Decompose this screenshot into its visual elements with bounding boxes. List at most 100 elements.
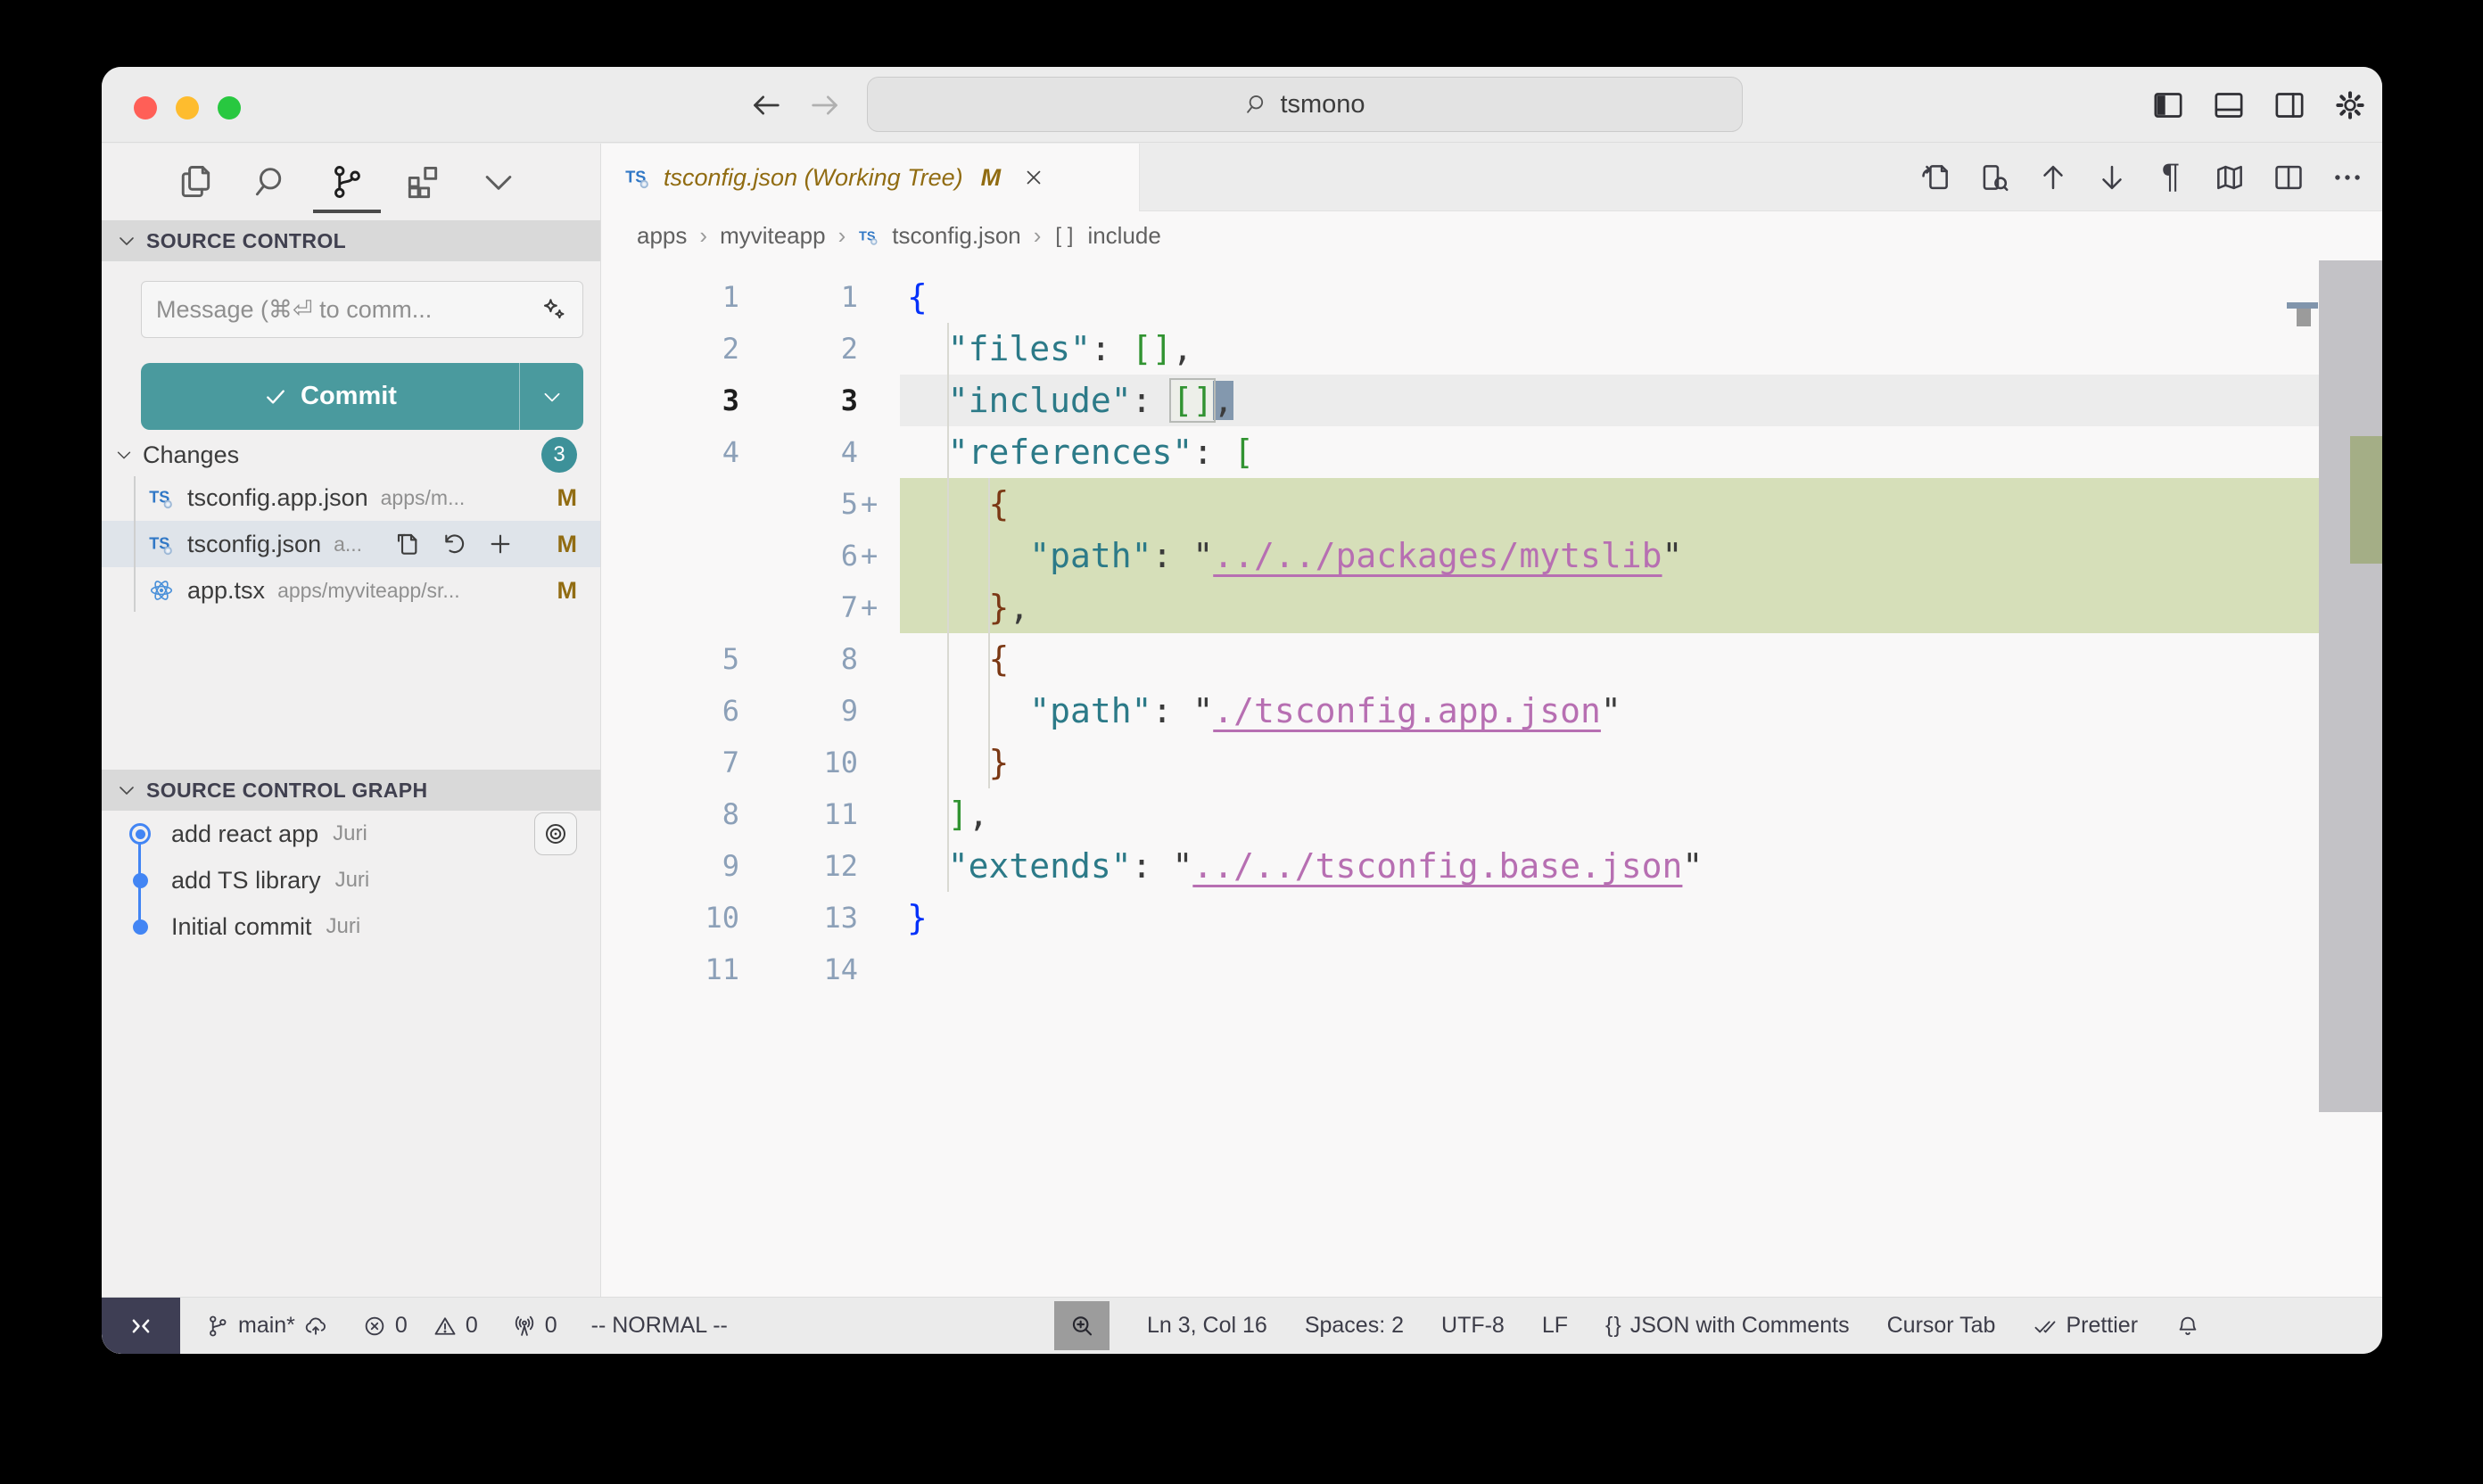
added-line-marker [858,685,900,737]
activity-item-chevron-down[interactable] [475,151,522,213]
commit-author: Juri [335,868,370,893]
commit-action-button[interactable] [534,812,577,855]
breadcrumb-item[interactable]: apps [637,222,687,250]
scm-file-row[interactable]: TStsconfig.app.jsonapps/m...M [102,474,600,521]
commit-row[interactable]: Initial commitJuri [102,903,600,950]
activity-item-search[interactable] [248,151,294,213]
commit-message: add react app [171,820,318,848]
editor-scrollbar[interactable] [2319,260,2382,1297]
commit-row[interactable]: add react appJuri [102,811,600,857]
cursor-position-text: Ln 3, Col 16 [1147,1313,1267,1339]
tab-tsconfig-json[interactable]: TS tsconfig.json (Working Tree) M [601,144,1140,211]
code-line[interactable]: 33 "include": [], [601,375,2382,426]
arrow-down-icon[interactable] [2095,161,2129,194]
arrow-up-icon[interactable] [2036,161,2070,194]
changes-header[interactable]: Changes 3 [102,435,600,474]
notifications-item[interactable] [2175,1314,2200,1339]
commit-dropdown-button[interactable] [519,363,583,430]
scm-file-row[interactable]: app.tsxapps/myviteapp/sr...M [102,567,600,614]
code-line[interactable]: 69 "path": "./tsconfig.app.json" [601,685,2382,737]
sparkle-icon[interactable] [540,295,568,324]
code-line-text: }, [900,581,2319,633]
vim-mode-indicator[interactable]: -- NORMAL -- [591,1313,728,1339]
code-line[interactable]: 1114 [601,944,2382,995]
added-line-marker: + [858,530,900,581]
new-line-number: 9 [739,685,858,737]
commit-graph-list: add react appJuriadd TS libraryJuriIniti… [102,811,600,950]
split-editor-icon[interactable] [2272,161,2306,194]
old-line-number: 8 [601,788,739,840]
bell-icon [2175,1314,2200,1339]
pilcrow-icon[interactable]: ¶ [2154,161,2188,194]
code-line[interactable]: 7+ }, [601,581,2382,633]
code-line-text: "files": [], [900,323,2319,375]
old-line-number: 11 [601,944,739,995]
minimize-window-button[interactable] [176,96,199,120]
search-icon [252,162,291,202]
cursor-tab-item[interactable]: Cursor Tab [1887,1313,1996,1339]
code-line[interactable]: 710 } [601,737,2382,788]
language-mode-item[interactable]: {} JSON with Comments [1605,1313,1850,1339]
map-icon[interactable] [2213,161,2247,194]
command-center-search[interactable]: tsmono [867,77,1743,132]
commit-button[interactable]: Commit [141,363,583,430]
added-line-marker [858,271,900,323]
scm-file-row[interactable]: TStsconfig.jsona...M [102,521,600,567]
breadcrumb-item[interactable]: tsconfig.json [892,222,1021,250]
commit-button-main[interactable]: Commit [141,363,519,430]
open-changes-icon[interactable] [1918,161,1952,194]
code-line[interactable]: 1013} [601,892,2382,944]
discard-icon[interactable] [440,530,468,558]
close-window-button[interactable] [134,96,157,120]
code-line[interactable]: 44 "references": [ [601,426,2382,478]
tab-close-button[interactable] [1022,166,1045,189]
activity-item-explorer[interactable] [172,151,219,213]
layout-panel-icon[interactable] [2211,87,2247,123]
chevron-down-icon [116,779,137,801]
code-line[interactable]: 11{ [601,271,2382,323]
diff-editor[interactable]: 11{22 "files": [],33 "include": [],44 "r… [601,260,2382,1297]
encoding-item[interactable]: UTF-8 [1441,1313,1505,1339]
ports-status-item[interactable]: 0 [512,1313,557,1339]
screencast-zoom-indicator[interactable] [1054,1301,1110,1350]
new-line-number: 6 [739,530,858,581]
code-line[interactable]: 811 ], [601,788,2382,840]
layout-sidebar-right-icon[interactable] [2272,87,2307,123]
open-file-icon[interactable] [393,530,422,558]
source-control-section-header[interactable]: SOURCE CONTROL [102,220,600,261]
gear-icon[interactable] [2332,87,2368,123]
inline-view-icon[interactable] [1977,161,2011,194]
source-control-graph-header[interactable]: SOURCE CONTROL GRAPH [102,770,600,811]
forward-icon[interactable] [807,87,843,123]
formatter-item[interactable]: Prettier [2033,1313,2138,1339]
activity-bar [102,144,600,220]
code-line[interactable]: 22 "files": [], [601,323,2382,375]
scrollbar-slider[interactable] [2319,260,2382,1112]
code-line[interactable]: 6+ "path": "../../packages/mytslib" [601,530,2382,581]
tsconfig-file-icon: TS [148,484,175,511]
activity-item-source-control[interactable] [324,151,370,213]
indentation-item[interactable]: Spaces: 2 [1305,1313,1404,1339]
code-line-text: } [900,892,2319,944]
remote-indicator[interactable] [102,1298,180,1354]
breadcrumb-item[interactable]: myviteapp [720,222,826,250]
breadcrumb-separator: › [1034,222,1042,250]
stage-icon[interactable] [486,530,515,558]
back-icon[interactable] [748,87,784,123]
layout-sidebar-left-icon[interactable] [2150,87,2186,123]
commit-message-input[interactable]: Message (⌘⏎ to comm... [141,281,583,338]
commit-dot [133,919,148,935]
breadcrumb-item[interactable]: include [1087,222,1160,250]
cursor-position-item[interactable]: Ln 3, Col 16 [1147,1313,1267,1339]
branch-status-item[interactable]: main* [205,1313,328,1339]
activity-item-extensions[interactable] [400,151,446,213]
ellipsis-icon[interactable] [2330,161,2364,194]
chevron-down-icon [114,445,134,465]
eol-item[interactable]: LF [1542,1313,1568,1339]
zoom-window-button[interactable] [218,96,241,120]
code-line[interactable]: 5+ { [601,478,2382,530]
code-line[interactable]: 58 { [601,633,2382,685]
code-line[interactable]: 912 "extends": "../../tsconfig.base.json… [601,840,2382,892]
commit-row[interactable]: add TS libraryJuri [102,857,600,903]
problems-status-item[interactable]: 0 0 [362,1313,478,1339]
